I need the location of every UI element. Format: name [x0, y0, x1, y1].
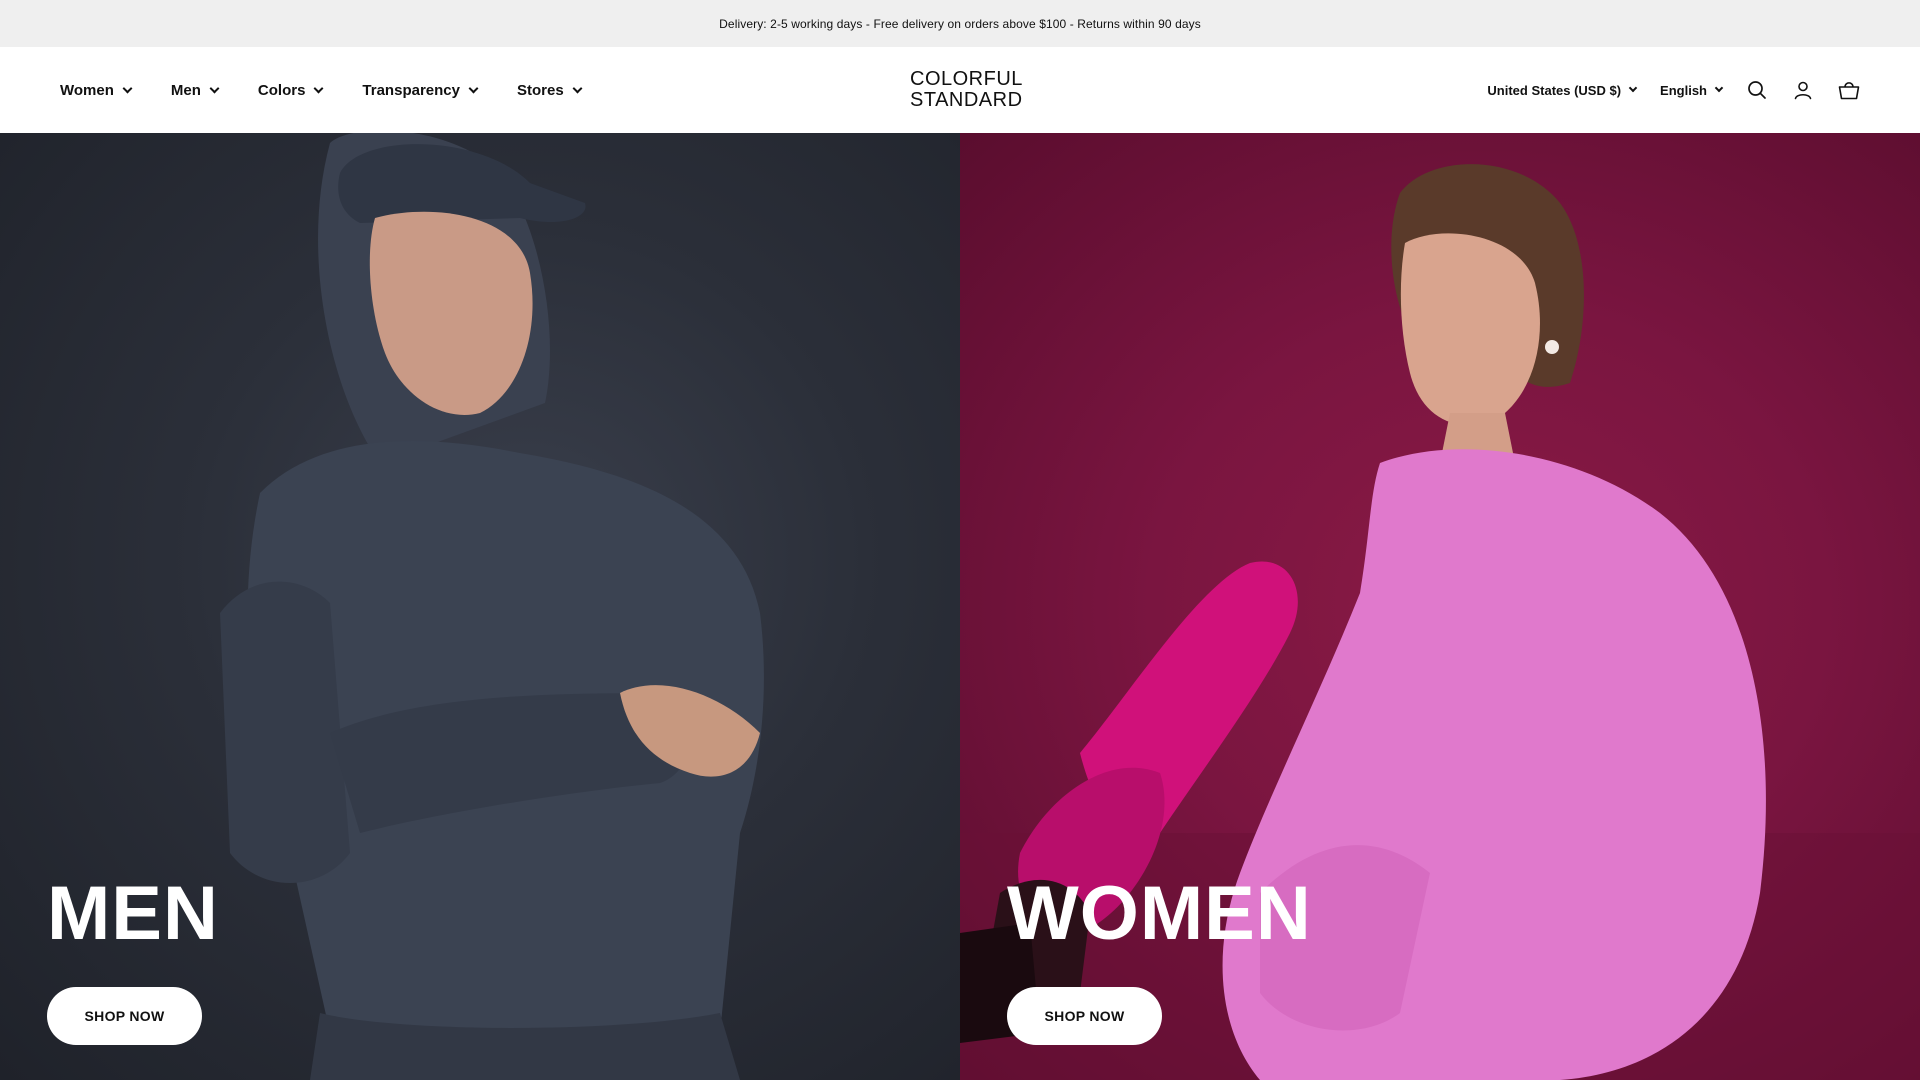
logo-line-2: STANDARD: [910, 89, 1023, 111]
chevron-down-icon: [209, 83, 220, 93]
nav-item-men[interactable]: Men: [170, 81, 220, 99]
chevron-down-icon: [572, 83, 583, 93]
chevron-down-icon: [122, 83, 133, 93]
shop-women-button[interactable]: SHOP NOW: [1007, 987, 1162, 1045]
main-nav: Women Men Colors Transparency Stores: [60, 47, 621, 133]
announcement-text: Delivery: 2-5 working days - Free delive…: [719, 16, 1201, 31]
account-icon: [1794, 81, 1812, 100]
logo-line-1: COLORFUL: [910, 68, 1023, 90]
country-selector-label: United States (USD $): [1487, 82, 1622, 98]
men-title: MEN: [47, 871, 219, 956]
search-icon: [1748, 81, 1766, 99]
nav-item-colors[interactable]: Colors: [257, 81, 324, 99]
hero-women-panel[interactable]: WOMEN SHOP NOW: [960, 133, 1920, 1080]
nav-item-label: Men: [170, 81, 201, 99]
hero-men-panel[interactable]: MEN SHOP NOW: [0, 133, 960, 1080]
nav-item-transparency[interactable]: Transparency: [362, 81, 479, 99]
account-button[interactable]: [1792, 79, 1814, 101]
nav-item-stores[interactable]: Stores: [516, 81, 583, 99]
nav-item-label: Transparency: [362, 81, 460, 99]
chevron-down-icon: [313, 83, 324, 93]
site-header: Women Men Colors Transparency Stores COL…: [0, 47, 1920, 133]
language-selector[interactable]: English: [1660, 82, 1724, 98]
shop-men-button[interactable]: SHOP NOW: [47, 987, 202, 1045]
cart-icon: [1838, 82, 1860, 100]
chevron-down-icon: [468, 83, 479, 93]
nav-item-label: Women: [60, 81, 114, 99]
utility-nav: United States (USD $) English: [1463, 47, 1860, 133]
country-selector[interactable]: United States (USD $): [1487, 82, 1638, 98]
nav-item-label: Colors: [257, 81, 306, 99]
nav-item-label: Stores: [516, 81, 564, 99]
announcement-bar: Delivery: 2-5 working days - Free delive…: [0, 0, 1920, 47]
brand-logo[interactable]: COLORFUL STANDARD: [910, 68, 1023, 111]
chevron-down-icon: [1714, 83, 1724, 93]
chevron-down-icon: [1628, 83, 1638, 93]
search-button[interactable]: [1746, 79, 1768, 101]
women-title: WOMEN: [1007, 871, 1312, 956]
cart-button[interactable]: [1838, 79, 1860, 101]
language-selector-label: English: [1660, 82, 1707, 98]
nav-item-women[interactable]: Women: [60, 81, 133, 99]
